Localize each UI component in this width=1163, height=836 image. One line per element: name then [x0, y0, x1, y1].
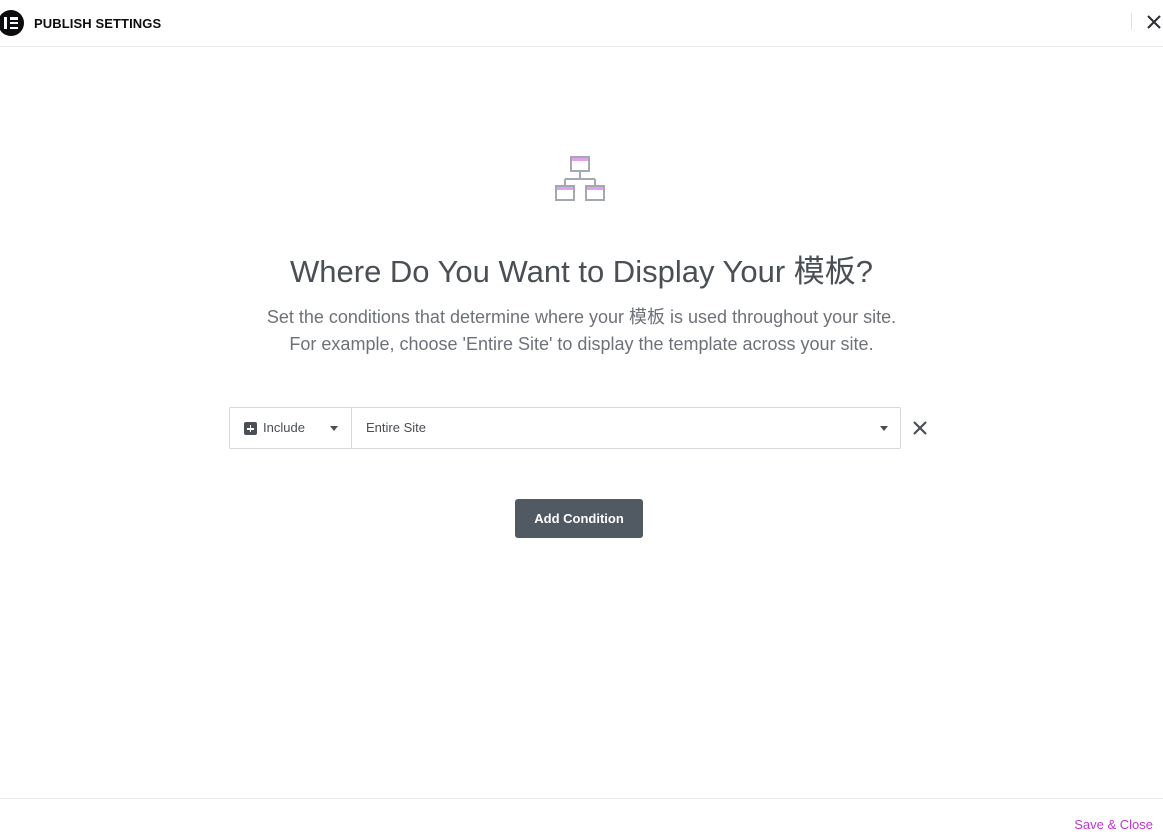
condition-name-select[interactable]: Entire Site — [352, 408, 900, 448]
header-divider — [1131, 13, 1132, 30]
intro-description-line-1: Set the conditions that determine where … — [266, 307, 897, 327]
site-hierarchy-icon — [554, 155, 606, 203]
chevron-down-icon — [330, 426, 338, 431]
save-and-close-button[interactable]: Save & Close — [1074, 817, 1153, 832]
plus-square-icon — [244, 422, 257, 435]
remove-condition-button[interactable] — [911, 419, 929, 437]
modal-header: PUBLISH SETTINGS — [0, 0, 1163, 47]
intro-description-line-2: For example, choose 'Entire Site' to dis… — [289, 334, 874, 354]
condition-name-label: Entire Site — [366, 420, 426, 435]
publish-settings-modal: PUBLISH SETTINGS Where Do You Want to Di… — [0, 0, 1163, 836]
close-icon — [913, 421, 927, 435]
chevron-down-icon — [880, 426, 888, 431]
intro-title: Where Do You Want to Display Your 模板? — [290, 254, 873, 289]
condition-type-label: Include — [263, 420, 305, 435]
close-modal-button[interactable] — [1145, 12, 1163, 32]
close-icon — [1147, 15, 1161, 29]
intro-description: Set the conditions that determine where … — [0, 304, 1163, 358]
condition-type-select[interactable]: Include — [230, 408, 352, 448]
modal-title: PUBLISH SETTINGS — [34, 16, 162, 31]
add-condition-button[interactable]: Add Condition — [515, 499, 643, 538]
elementor-logo-icon — [0, 10, 24, 36]
condition-row: Include Entire Site — [229, 407, 901, 449]
modal-footer: Save & Close — [0, 798, 1163, 836]
